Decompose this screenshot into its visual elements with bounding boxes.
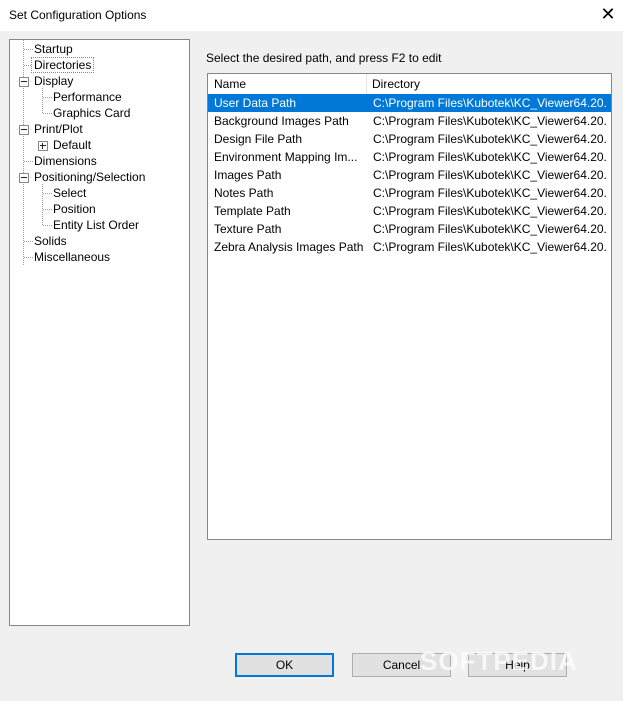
- tree-item-display[interactable]: Display: [32, 73, 75, 89]
- row-directory: C:\Program Files\Kubotek\KC_Viewer64.20.…: [373, 168, 608, 182]
- row-name: Template Path: [214, 204, 291, 218]
- list-row[interactable]: Design File Path C:\Program Files\Kubote…: [208, 130, 611, 148]
- tree-item-positioning-selection[interactable]: Positioning/Selection: [32, 169, 147, 185]
- row-directory: C:\Program Files\Kubotek\KC_Viewer64.20.…: [373, 240, 608, 254]
- row-name: Environment Mapping Im...: [214, 150, 358, 164]
- tree-item-dimensions[interactable]: Dimensions: [32, 153, 99, 169]
- list-row[interactable]: User Data Path C:\Program Files\Kubotek\…: [208, 94, 611, 112]
- tree-item-solids[interactable]: Solids: [32, 233, 69, 249]
- tree-item-default[interactable]: Default: [51, 137, 93, 153]
- list-row[interactable]: Texture Path C:\Program Files\Kubotek\KC…: [208, 220, 611, 238]
- row-name: Design File Path: [214, 132, 303, 146]
- list-row[interactable]: Zebra Analysis Images Path C:\Program Fi…: [208, 238, 611, 256]
- ok-button[interactable]: OK: [235, 653, 334, 677]
- collapse-icon[interactable]: [19, 77, 29, 87]
- tree-item-print-plot[interactable]: Print/Plot: [32, 121, 85, 137]
- row-name: User Data Path: [214, 96, 297, 110]
- row-name: Notes Path: [214, 186, 274, 200]
- tree-item-label: Miscellaneous: [34, 250, 111, 264]
- row-name: Background Images Path: [214, 114, 349, 128]
- row-directory: C:\Program Files\Kubotek\KC_Viewer64.20.…: [373, 96, 608, 110]
- tree-connector: [23, 40, 24, 265]
- row-name: Images Path: [214, 168, 282, 182]
- collapse-icon[interactable]: [19, 173, 29, 183]
- tree-item-performance[interactable]: Performance: [51, 89, 124, 105]
- tree-item-miscellaneous[interactable]: Miscellaneous: [32, 249, 112, 265]
- path-list[interactable]: Name Directory User Data Path C:\Program…: [207, 73, 612, 540]
- window-title: Set Configuration Options: [9, 8, 147, 22]
- list-header: Name Directory: [208, 74, 611, 94]
- tree-item-label: Performance: [53, 90, 122, 104]
- row-name: Zebra Analysis Images Path: [214, 240, 364, 254]
- row-directory: C:\Program Files\Kubotek\KC_Viewer64.20.…: [373, 186, 608, 200]
- collapse-icon[interactable]: [19, 125, 29, 135]
- tree-item-label: Print/Plot: [34, 122, 83, 136]
- column-header-name[interactable]: Name: [208, 74, 366, 94]
- row-directory: C:\Program Files\Kubotek\KC_Viewer64.20.…: [373, 132, 608, 146]
- tree-connector: [42, 184, 43, 225]
- row-directory: C:\Program Files\Kubotek\KC_Viewer64.20.…: [373, 222, 608, 236]
- list-row[interactable]: Environment Mapping Im... C:\Program Fil…: [208, 148, 611, 166]
- softpedia-watermark: SOFTPEDIA: [420, 646, 578, 676]
- tree-item-directories[interactable]: Directories: [30, 57, 95, 73]
- tree-item-label: Dimensions: [34, 154, 97, 168]
- tree-item-label: Graphics Card: [53, 106, 131, 120]
- close-icon[interactable]: ✕: [593, 0, 623, 30]
- column-header-directory[interactable]: Directory: [366, 74, 611, 94]
- instruction-text: Select the desired path, and press F2 to…: [206, 51, 442, 65]
- tree-item-select[interactable]: Select: [51, 185, 88, 201]
- tree-item-graphics-card[interactable]: Graphics Card: [51, 105, 132, 121]
- tree-item-label: Position: [53, 202, 96, 216]
- tree-item-label: Directories: [30, 57, 95, 73]
- tree-item-label: Display: [34, 74, 74, 88]
- tree-item-label: Positioning/Selection: [34, 170, 146, 184]
- list-row[interactable]: Template Path C:\Program Files\Kubotek\K…: [208, 202, 611, 220]
- list-row[interactable]: Images Path C:\Program Files\Kubotek\KC_…: [208, 166, 611, 184]
- tree-item-label: Select: [53, 186, 87, 200]
- tree-item-position[interactable]: Position: [51, 201, 98, 217]
- tree-item-label: Solids: [34, 234, 67, 248]
- row-directory: C:\Program Files\Kubotek\KC_Viewer64.20.…: [373, 150, 608, 164]
- tree-item-label: Entity List Order: [53, 218, 140, 232]
- row-directory: C:\Program Files\Kubotek\KC_Viewer64.20.…: [373, 114, 608, 128]
- tree-item-entity-list-order[interactable]: Entity List Order: [51, 217, 141, 233]
- config-tree[interactable]: Startup Directories Display Performance …: [9, 39, 190, 626]
- title-bar: Set Configuration Options ✕: [0, 0, 623, 31]
- row-name: Texture Path: [214, 222, 282, 236]
- tree-connector: [42, 88, 43, 113]
- tree-item-startup[interactable]: Startup: [32, 41, 75, 57]
- list-row[interactable]: Notes Path C:\Program Files\Kubotek\KC_V…: [208, 184, 611, 202]
- tree-item-label: Startup: [34, 42, 73, 56]
- expand-icon[interactable]: [38, 141, 48, 151]
- tree-item-label: Default: [53, 138, 92, 152]
- list-row[interactable]: Background Images Path C:\Program Files\…: [208, 112, 611, 130]
- row-directory: C:\Program Files\Kubotek\KC_Viewer64.20.…: [373, 204, 608, 218]
